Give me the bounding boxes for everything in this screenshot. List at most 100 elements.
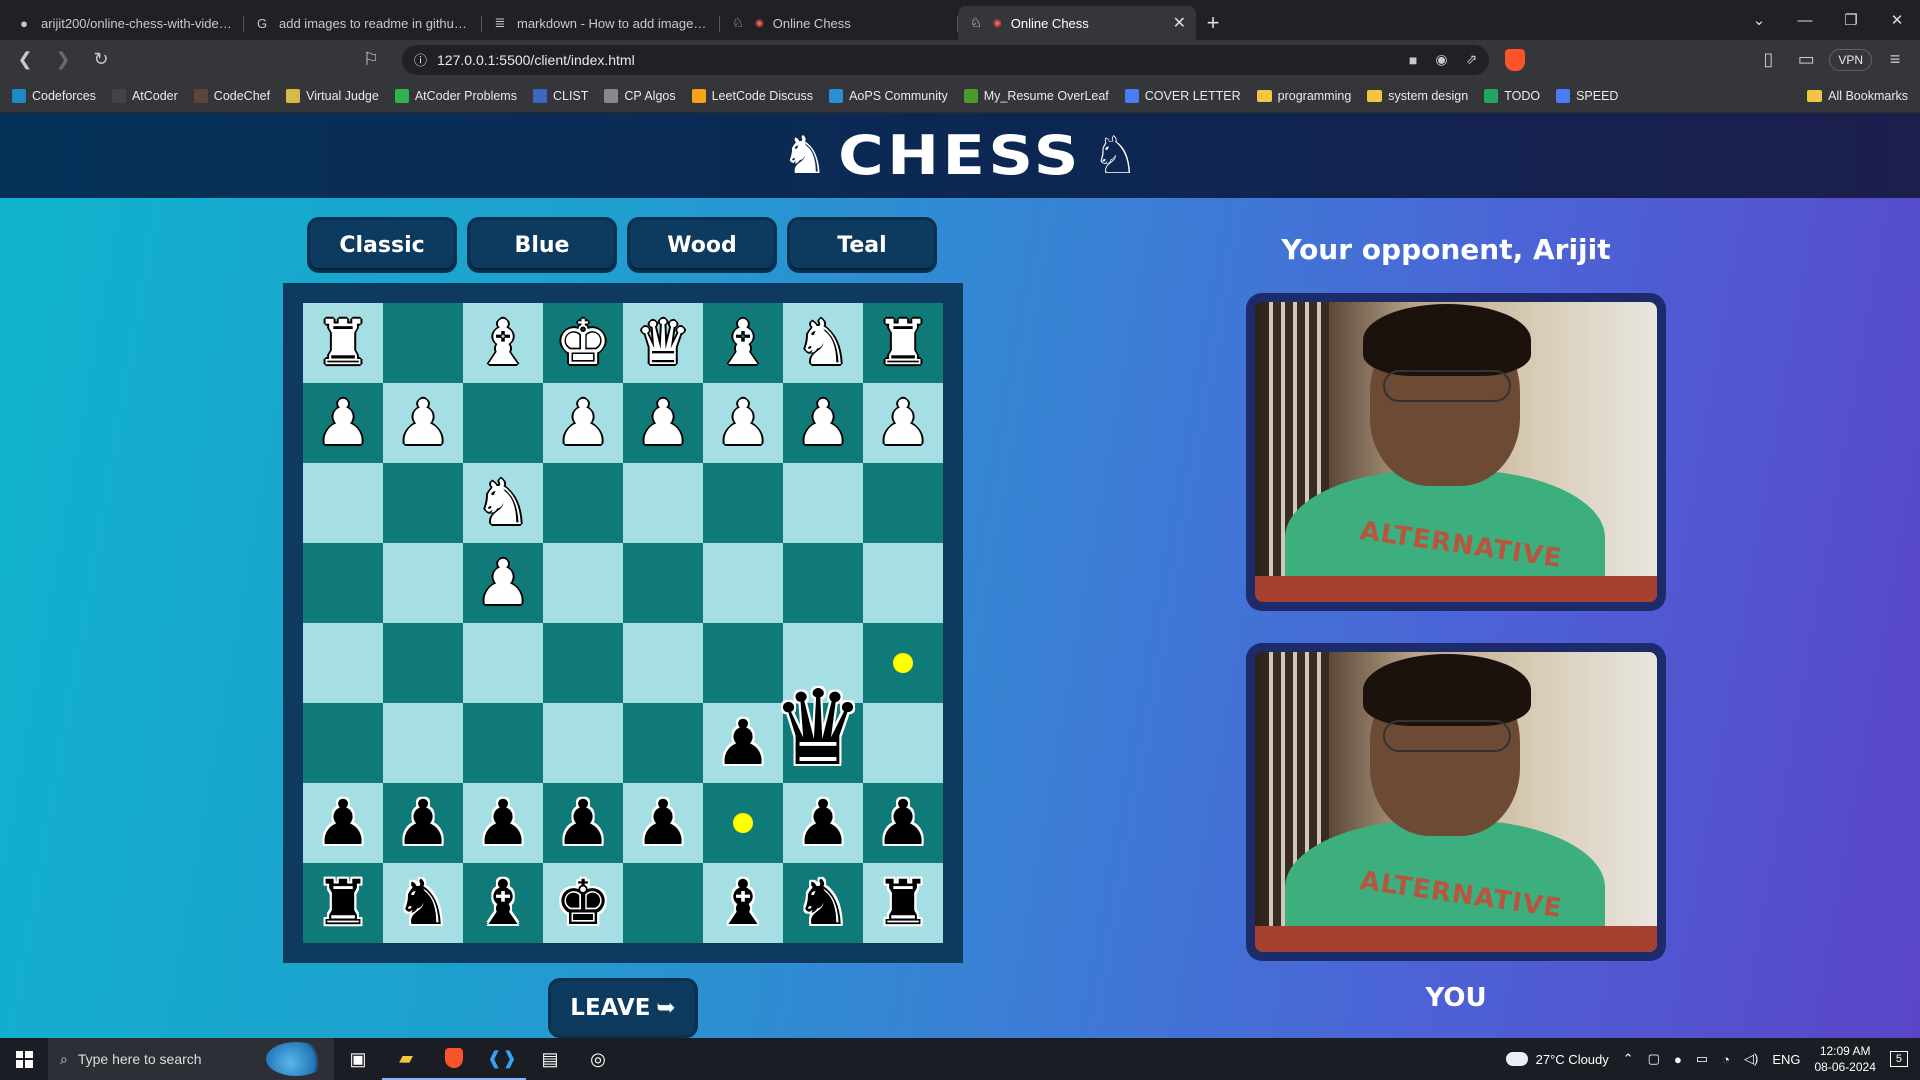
board-square[interactable]	[543, 463, 623, 543]
board-square[interactable]	[383, 303, 463, 383]
board-square[interactable]: ♟	[543, 783, 623, 863]
white-pawn-icon[interactable]: ♟	[475, 552, 531, 614]
white-pawn-icon[interactable]: ♟	[555, 392, 611, 454]
board-square[interactable]	[543, 623, 623, 703]
close-window-button[interactable]: ✕	[1874, 11, 1920, 29]
board-square[interactable]: ♞	[783, 303, 863, 383]
black-pawn-icon[interactable]: ♟	[315, 792, 371, 854]
bookmark-12[interactable]: system design	[1367, 89, 1468, 103]
board-square[interactable]	[863, 703, 943, 783]
meet-icon[interactable]: ▢	[1648, 1051, 1660, 1067]
board-square[interactable]	[703, 463, 783, 543]
new-tab-button[interactable]: +	[1196, 6, 1230, 40]
start-button[interactable]	[0, 1038, 48, 1080]
black-bishop-icon[interactable]: ♝	[715, 872, 771, 934]
battery-icon[interactable]: ▭	[1696, 1051, 1708, 1067]
board-square[interactable]: ♟	[463, 543, 543, 623]
white-bishop-icon[interactable]: ♝	[475, 312, 531, 374]
bookmark-9[interactable]: My_Resume OverLeaf	[963, 88, 1109, 103]
board-square[interactable]: ♟	[703, 383, 783, 463]
white-pawn-icon[interactable]: ♟	[635, 392, 691, 454]
board-square[interactable]: ♟	[623, 383, 703, 463]
board-square[interactable]	[383, 703, 463, 783]
tab-3[interactable]: ♘ ◉ Online Chess	[720, 6, 958, 40]
board-square[interactable]	[623, 543, 703, 623]
vscode-icon[interactable]: ❰❱	[478, 1038, 526, 1080]
board-square[interactable]	[703, 543, 783, 623]
board-square[interactable]: ♚	[543, 303, 623, 383]
reload-icon[interactable]: ↻	[86, 45, 116, 75]
bookmark-13[interactable]: TODO	[1484, 88, 1540, 103]
board-square[interactable]	[463, 383, 543, 463]
board-square[interactable]	[623, 703, 703, 783]
board-square[interactable]: ♞	[783, 863, 863, 943]
site-info-icon[interactable]: ⓘ	[414, 50, 427, 69]
black-pawn-icon[interactable]: ♟	[475, 792, 531, 854]
board-square[interactable]	[303, 463, 383, 543]
black-pawn-icon[interactable]: ♟	[555, 792, 611, 854]
bookmark-6[interactable]: CP Algos	[604, 88, 676, 103]
board-square[interactable]: ♛	[623, 303, 703, 383]
theme-button-classic[interactable]: Classic	[307, 217, 457, 273]
board-square[interactable]	[383, 463, 463, 543]
bookmark-2[interactable]: CodeChef	[193, 88, 270, 103]
media-blocked-icon[interactable]: ◉	[1435, 51, 1447, 68]
board-square[interactable]: ♝	[703, 863, 783, 943]
black-pawn-icon[interactable]: ♟	[635, 792, 691, 854]
menu-icon[interactable]: ≡	[1880, 45, 1910, 75]
camera-icon[interactable]: ■	[1409, 52, 1417, 68]
board-square[interactable]	[783, 543, 863, 623]
theme-button-wood[interactable]: Wood	[627, 217, 777, 273]
white-pawn-icon[interactable]: ♟	[875, 392, 931, 454]
black-king-icon[interactable]: ♚	[555, 872, 611, 934]
wallet-icon[interactable]: ▭	[1791, 45, 1821, 75]
board-square[interactable]: ♝	[703, 303, 783, 383]
board-square[interactable]	[703, 783, 783, 863]
tab-search-icon[interactable]: ⌄	[1736, 11, 1782, 29]
board-square[interactable]	[623, 863, 703, 943]
file-explorer-icon[interactable]: ▰	[382, 1038, 430, 1080]
board-square[interactable]: ♜	[303, 863, 383, 943]
task-view-icon[interactable]: ▣	[334, 1038, 382, 1080]
vpn-button[interactable]: VPN	[1829, 48, 1872, 71]
black-pawn-icon[interactable]: ♟	[875, 792, 931, 854]
white-pawn-icon[interactable]: ♟	[395, 392, 451, 454]
white-rook-icon[interactable]: ♜	[315, 312, 371, 374]
board-square[interactable]	[303, 543, 383, 623]
move-hint-dot[interactable]	[893, 653, 913, 673]
white-king-icon[interactable]: ♚	[555, 312, 611, 374]
share-icon[interactable]: ⇗	[1466, 51, 1478, 68]
black-queen-icon[interactable]: ♛	[771, 676, 864, 780]
board-square[interactable]	[463, 703, 543, 783]
board-square[interactable]: ♟	[623, 783, 703, 863]
board-square[interactable]: ♚	[543, 863, 623, 943]
white-knight-icon[interactable]: ♞	[795, 312, 851, 374]
board-square[interactable]	[623, 463, 703, 543]
bookmark-11[interactable]: programming	[1256, 89, 1351, 103]
white-pawn-icon[interactable]: ♟	[715, 392, 771, 454]
restore-button[interactable]: ❐	[1828, 11, 1874, 29]
tab-2[interactable]: ≣ markdown - How to add images to R	[482, 6, 720, 40]
board-square[interactable]: ♝	[463, 303, 543, 383]
board-square[interactable]: ♟	[383, 383, 463, 463]
address-bar[interactable]: ⓘ 127.0.0.1:5500/client/index.html ■ ◉ ⇗	[402, 44, 1490, 75]
board-square[interactable]: ♜	[303, 303, 383, 383]
black-rook-icon[interactable]: ♜	[315, 872, 371, 934]
black-pawn-icon[interactable]: ♟	[715, 712, 771, 774]
all-bookmarks[interactable]: All Bookmarks	[1807, 89, 1908, 103]
move-hint-dot[interactable]	[733, 813, 753, 833]
black-bishop-icon[interactable]: ♝	[475, 872, 531, 934]
white-rook-icon[interactable]: ♜	[875, 312, 931, 374]
back-icon[interactable]: ❮	[10, 45, 40, 75]
leave-button[interactable]: LEAVE ➥	[548, 978, 698, 1038]
brave-browser-icon[interactable]	[430, 1038, 478, 1080]
forward-icon[interactable]: ❯	[48, 45, 78, 75]
board-square[interactable]	[783, 463, 863, 543]
board-square[interactable]	[863, 623, 943, 703]
board-square[interactable]	[383, 623, 463, 703]
board-square[interactable]	[543, 543, 623, 623]
white-knight-icon[interactable]: ♞	[475, 472, 531, 534]
bookmark-1[interactable]: AtCoder	[111, 88, 178, 103]
white-pawn-icon[interactable]: ♟	[795, 392, 851, 454]
tab-4[interactable]: ♘ ◉ Online Chess ✕	[958, 6, 1196, 40]
